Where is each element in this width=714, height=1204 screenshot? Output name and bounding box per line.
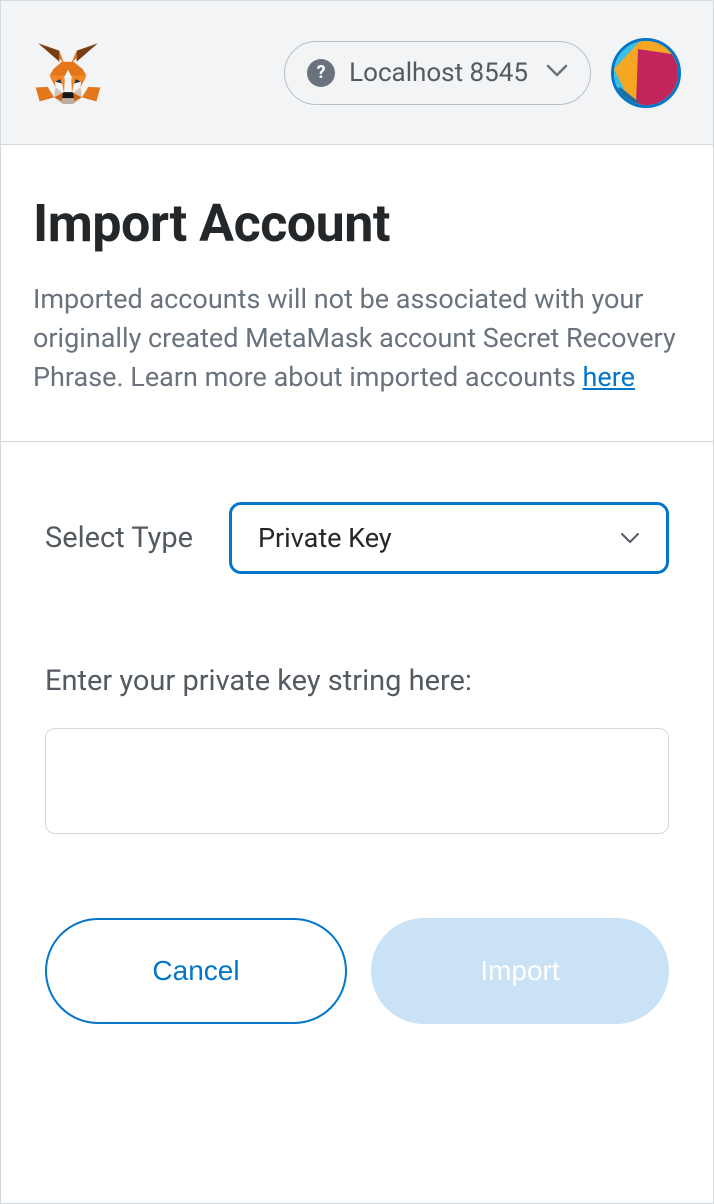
page-intro: Import Account Imported accounts will no…: [1, 145, 713, 442]
select-type-label: Select Type: [45, 521, 193, 555]
network-name: Localhost 8545: [349, 58, 528, 88]
button-row: Cancel Import: [45, 918, 669, 1064]
type-select-value: Private Key: [258, 522, 392, 554]
type-row: Select Type Private Key: [45, 502, 669, 574]
account-avatar[interactable]: [611, 38, 681, 108]
chevron-down-icon: [620, 529, 640, 548]
import-form: Select Type Private Key Enter your priva…: [1, 442, 713, 1064]
import-button[interactable]: Import: [371, 918, 669, 1024]
cancel-button[interactable]: Cancel: [45, 918, 347, 1024]
network-selector[interactable]: ? Localhost 8545: [284, 41, 591, 105]
private-key-input[interactable]: [45, 728, 669, 834]
chevron-down-icon: [546, 63, 568, 82]
metamask-logo: [33, 38, 103, 108]
learn-more-link[interactable]: here: [583, 361, 635, 393]
private-key-label: Enter your private key string here:: [45, 664, 669, 698]
page-title: Import Account: [33, 193, 681, 254]
type-select[interactable]: Private Key: [229, 502, 669, 574]
description-text: Imported accounts will not be associated…: [33, 283, 676, 393]
page-description: Imported accounts will not be associated…: [33, 280, 681, 397]
network-status-icon: ?: [307, 59, 335, 87]
app-header: ? Localhost 8545: [1, 1, 713, 145]
fox-icon: [35, 42, 101, 104]
